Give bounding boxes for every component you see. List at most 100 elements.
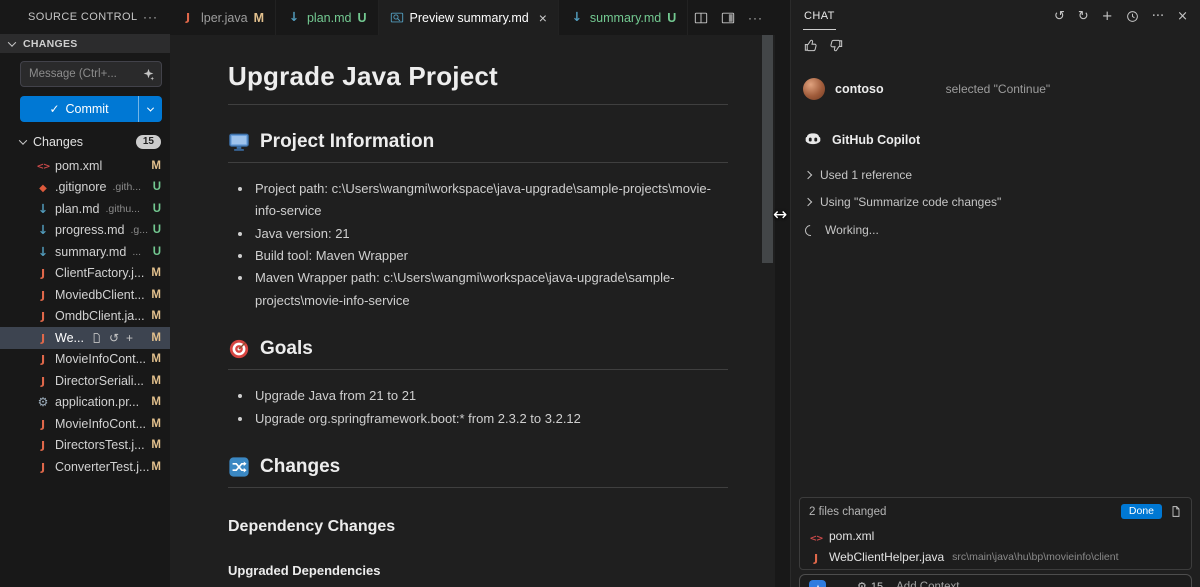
tab-plan-md[interactable]: plan.md U (276, 0, 379, 35)
thumbs-up-icon[interactable] (803, 38, 818, 53)
chat-panel: CHAT ↺ ↻ + ··· × contoso selec (790, 0, 1200, 587)
file-name: MovieInfoCont... (55, 352, 146, 366)
changes-file-list: pom.xml M .gitignore .gith... U plan.md … (0, 155, 170, 478)
git-status-letter: M (151, 353, 161, 365)
split-editor-icon[interactable] (694, 11, 708, 25)
layout-icon[interactable] (721, 11, 735, 25)
scm-file-row[interactable]: DirectorsTest.j... M (0, 435, 170, 457)
tab-preview-summary-md[interactable]: Preview summary.md × (379, 0, 559, 35)
scm-file-row[interactable]: MovieInfoCont... M (0, 349, 170, 371)
scm-file-row-selected[interactable]: We... ↺ + M (0, 327, 170, 349)
agent-mode-icon[interactable] (809, 580, 826, 587)
changes-section-header[interactable]: CHANGES (0, 34, 170, 53)
chevron-right-icon (804, 171, 812, 179)
references-expander[interactable]: Used 1 reference (805, 168, 1188, 182)
scm-file-row[interactable]: MoviedbClient... M (0, 284, 170, 306)
bullet-item: Project path: c:\Users\wangmi\workspace\… (253, 178, 728, 223)
more-actions-icon[interactable]: ··· (748, 11, 763, 25)
tab-helper-java[interactable]: lper.java M (170, 0, 276, 35)
tab-summary-md[interactable]: summary.md U (559, 0, 688, 35)
more-actions-icon[interactable]: ··· (143, 10, 158, 24)
user-avatar[interactable] (803, 78, 825, 100)
chat-tab[interactable]: CHAT (803, 3, 836, 30)
close-icon[interactable]: × (1177, 10, 1188, 23)
scm-file-row[interactable]: ConverterTest.j... M (0, 456, 170, 478)
stage-changes-icon[interactable]: + (126, 332, 133, 344)
commit-button[interactable]: ✓ Commit (20, 96, 162, 122)
file-path: src\main\java\hu\bp\movieinfo\client (952, 551, 1118, 563)
open-file-icon[interactable] (91, 332, 102, 344)
bullet-item: Java version: 21 (253, 223, 728, 245)
done-badge[interactable]: Done (1121, 504, 1162, 519)
markdown-file-icon (570, 11, 584, 24)
scm-file-row[interactable]: .gitignore .gith... U (0, 177, 170, 199)
scm-file-row[interactable]: pom.xml M (0, 155, 170, 177)
thumbs-down-icon[interactable] (829, 38, 844, 53)
commit-message-box (20, 61, 162, 87)
shuffle-emoji (228, 456, 250, 478)
editor-scrollbar[interactable] (762, 35, 773, 263)
redo-icon[interactable]: ↻ (1078, 10, 1089, 23)
more-actions-icon[interactable]: ··· (1152, 10, 1164, 23)
tab-label: Preview summary.md (410, 11, 529, 25)
file-name: WebClientHelper.java (829, 550, 944, 564)
git-status-letter: M (151, 375, 161, 387)
add-context-button[interactable]: Add Context... (896, 580, 969, 587)
commit-message-input[interactable] (29, 68, 138, 80)
response-feedback (791, 33, 1200, 53)
scm-file-row[interactable]: ClientFactory.j... M (0, 263, 170, 285)
goals-heading: Goals (228, 338, 728, 370)
new-chat-icon[interactable]: + (1102, 10, 1113, 23)
tab-label: plan.md (307, 11, 351, 25)
file-folder: .githu... (105, 203, 139, 215)
file-name: pom.xml (829, 529, 874, 543)
commit-button-main[interactable]: ✓ Commit (20, 96, 139, 122)
file-type-icon (36, 461, 50, 474)
tool-call-expander[interactable]: Using "Summarize code changes" (805, 195, 1188, 209)
git-status-letter: U (151, 203, 161, 215)
scm-file-row[interactable]: MovieInfoCont... M (0, 413, 170, 435)
markdown-preview[interactable]: Upgrade Java Project Project Information… (170, 35, 775, 587)
file-type-icon (36, 396, 50, 409)
files-changed-header[interactable]: 2 files changed Done (809, 498, 1182, 525)
file-name: We... (55, 331, 84, 345)
discard-changes-icon[interactable]: ↺ (109, 332, 119, 344)
file-name: plan.md (55, 202, 99, 216)
scm-file-row[interactable]: OmdbClient.ja... M (0, 306, 170, 328)
user-message: contoso selected "Continue" (803, 78, 1188, 100)
chat-input-box[interactable]: ⚙ 15 Add Context... (799, 574, 1192, 587)
vscode-window: SOURCE CONTROL ··· CHANGES ✓ Commit Chan… (0, 0, 1200, 587)
scm-file-row[interactable]: application.pr... M (0, 392, 170, 414)
file-folder: .gith... (112, 181, 141, 193)
view-diff-icon[interactable] (1170, 505, 1182, 518)
chevron-down-icon (19, 136, 27, 144)
changed-file-row[interactable]: pom.xml (809, 525, 1182, 546)
history-icon[interactable] (1126, 10, 1139, 23)
scm-file-row[interactable]: progress.md .g... U (0, 220, 170, 242)
commit-dropdown-button[interactable] (139, 96, 162, 122)
goals-list: Upgrade Java from 21 to 21 Upgrade org.s… (228, 385, 728, 430)
chat-header: CHAT ↺ ↻ + ··· × (791, 0, 1200, 33)
file-name: ConverterTest.j... (55, 460, 149, 474)
undo-icon[interactable]: ↺ (1054, 10, 1065, 23)
scm-file-row[interactable]: DirectorSeriali... M (0, 370, 170, 392)
markdown-preview-icon (390, 11, 404, 25)
close-tab-icon[interactable]: × (539, 10, 547, 26)
section-label: CHANGES (23, 38, 78, 50)
changes-heading: Changes (228, 456, 728, 488)
changed-file-row[interactable]: WebClientHelper.java src\main\java\hu\bp… (809, 546, 1182, 567)
copilot-sparkle-icon[interactable] (142, 68, 155, 81)
tools-count-value: 15 (871, 581, 883, 587)
tools-count[interactable]: ⚙ 15 (839, 580, 883, 587)
scm-file-row[interactable]: plan.md .githu... U (0, 198, 170, 220)
editor-group: lper.java M plan.md U Preview summary.md… (170, 0, 775, 587)
changes-tree-header[interactable]: Changes 15 (0, 131, 170, 153)
file-type-icon (809, 549, 823, 565)
file-type-icon (36, 224, 50, 237)
scm-file-row[interactable]: summary.md ... U (0, 241, 170, 263)
bullet-item: Upgrade org.springframework.boot:* from … (253, 408, 728, 430)
chat-header-actions: ↺ ↻ + ··· × (1054, 10, 1188, 23)
sidebar-header: SOURCE CONTROL ··· (0, 0, 170, 34)
tab-label: summary.md (590, 11, 661, 25)
panel-resize-sash[interactable]: ↔ (775, 0, 790, 587)
